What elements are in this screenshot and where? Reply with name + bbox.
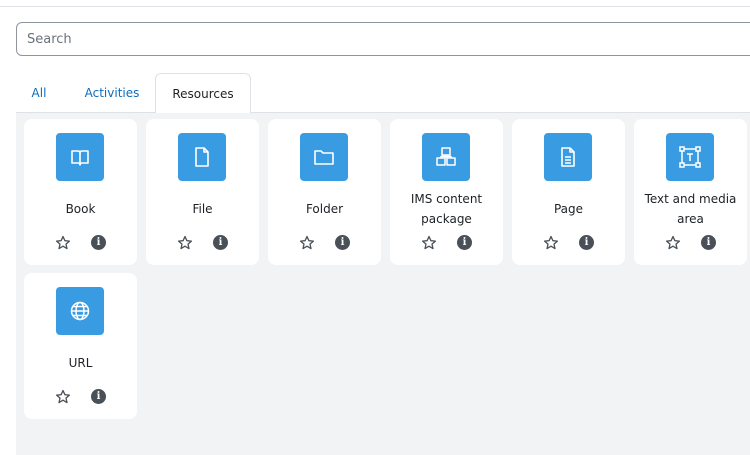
module-label: File — [192, 202, 213, 216]
info-icon[interactable]: i — [457, 235, 472, 250]
book-icon — [56, 133, 104, 181]
star-icon[interactable] — [54, 388, 72, 406]
module-card-ims-package[interactable]: IMS content package i — [390, 119, 503, 265]
star-icon[interactable] — [542, 234, 560, 252]
search-input[interactable] — [17, 23, 750, 55]
module-card-page[interactable]: Page i — [512, 119, 625, 265]
module-label: Page — [553, 202, 584, 216]
star-icon[interactable] — [664, 234, 682, 252]
star-icon[interactable] — [176, 234, 194, 252]
top-divider — [0, 6, 750, 7]
module-chooser-panel: Book i File i Folder i IMS content packa… — [16, 113, 750, 455]
info-icon[interactable]: i — [579, 235, 594, 250]
tab-activities[interactable]: Activities — [70, 73, 154, 113]
search-box[interactable] — [16, 22, 750, 56]
info-icon[interactable]: i — [701, 235, 716, 250]
globe-icon — [56, 287, 104, 335]
info-icon[interactable]: i — [91, 235, 106, 250]
module-card-url[interactable]: URL i — [24, 273, 137, 419]
module-label: URL — [68, 356, 93, 370]
module-label: IMS content package — [410, 192, 483, 226]
info-icon[interactable]: i — [91, 389, 106, 404]
star-icon[interactable] — [54, 234, 72, 252]
star-icon[interactable] — [298, 234, 316, 252]
module-label: Text and media area — [644, 192, 737, 226]
module-card-text-media[interactable]: Text and media area i — [634, 119, 747, 265]
info-icon[interactable]: i — [213, 235, 228, 250]
page-icon — [544, 133, 592, 181]
info-icon[interactable]: i — [335, 235, 350, 250]
module-label: Folder — [305, 202, 344, 216]
module-card-folder[interactable]: Folder i — [268, 119, 381, 265]
folder-icon — [300, 133, 348, 181]
package-icon — [422, 133, 470, 181]
star-icon[interactable] — [420, 234, 438, 252]
tab-bar: All Activities Resources — [16, 73, 750, 114]
module-card-book[interactable]: Book i — [24, 119, 137, 265]
tab-all[interactable]: All — [16, 73, 62, 113]
tab-resources[interactable]: Resources — [155, 73, 251, 114]
text-media-icon — [666, 133, 714, 181]
module-card-file[interactable]: File i — [146, 119, 259, 265]
file-icon — [178, 133, 226, 181]
module-label: Book — [65, 202, 96, 216]
